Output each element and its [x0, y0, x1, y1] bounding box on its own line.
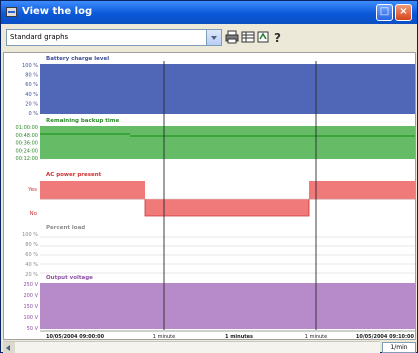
time-axis-interval-label: 1 minutes: [225, 334, 253, 340]
graph-panels: Battery charge level 100 % 80 % 60 % 40 % 20 …: [16, 56, 415, 332]
panel-battery: Battery charge level 100 % 80 % 60 % 40 % 20 …: [22, 56, 415, 117]
ac-present-yes-fill: [40, 181, 145, 199]
scroll-left-icon[interactable]: [3, 342, 15, 353]
chevron-down-icon[interactable]: [206, 30, 221, 45]
axis-label-load: 100 %: [22, 232, 38, 238]
log-graph: Battery charge level 100 % 80 % 60 % 40 % 20 …: [4, 56, 415, 340]
panel-title-output: Output voltage: [46, 275, 93, 281]
panel-output: Output voltage250 V200 V150 V100 V50 V: [23, 275, 415, 332]
axis-label-battery: 60 %: [25, 82, 38, 88]
help-icon: ?: [274, 31, 281, 44]
axis-label-battery: 100 %: [22, 63, 38, 69]
output-voltage-fill: [40, 283, 415, 329]
axis-label-output: 100 V: [23, 315, 38, 321]
ac-present-no-fill: [145, 199, 309, 216]
axis-label-battery: 20 %: [25, 101, 38, 107]
view-select-value: Standard graphs: [10, 33, 69, 41]
time-axis-left-label: 10/05/2004 09:00:00: [46, 334, 105, 340]
axis-label-battery: 0 %: [28, 111, 38, 117]
printer-icon: [225, 30, 239, 44]
refresh-button[interactable]: [256, 30, 270, 44]
zoom-level[interactable]: 1/min: [382, 342, 416, 353]
axis-label-load: 60 %: [25, 252, 38, 258]
maximize-button[interactable]: □: [376, 4, 393, 21]
panel-backup: Remaining backup time 01:00:00 00:48:00 00:…: [16, 118, 415, 162]
axis-label-load: 20 %: [25, 272, 38, 278]
horizontal-scrollbar[interactable]: [3, 341, 380, 353]
help-button[interactable]: ?: [271, 30, 285, 44]
toolbar: Standard graphs ?: [3, 26, 415, 50]
panel-load: Percent load 100 % 80 % 60 % 40 % 20 %: [22, 225, 415, 278]
axis-label-load: 40 %: [25, 262, 38, 268]
time-axis-interval-label: 1 minute: [153, 334, 175, 340]
axis-label-output: 150 V: [23, 304, 38, 310]
ac-axis-no: No: [30, 211, 38, 217]
time-axis: 10/05/2004 09:00:00 1 minute 1 minutes 1 mi…: [4, 330, 415, 340]
axis-label-battery: 80 %: [25, 73, 38, 79]
log-graph-area[interactable]: Battery charge level 100 % 80 % 60 % 40 % 20 …: [3, 52, 416, 340]
panel-title-load: Percent load: [46, 225, 85, 231]
panel-title-ac: AC power present: [46, 172, 102, 178]
close-button[interactable]: ×: [395, 4, 412, 21]
axis-label-backup: 00:12:00: [16, 156, 38, 162]
view-select[interactable]: Standard graphs: [6, 29, 222, 46]
backup-time-fill: [40, 126, 415, 159]
axis-label-backup: 01:00:00: [16, 125, 38, 131]
panel-title-backup: Remaining backup time: [46, 118, 119, 124]
svg-text:?: ?: [274, 31, 281, 44]
log-window-icon: [6, 7, 17, 17]
time-axis-interval-label: 1 minute: [305, 334, 327, 340]
title-bar[interactable]: View the log □ ×: [1, 1, 417, 24]
axis-label-load: 80 %: [25, 242, 38, 248]
refresh-icon: [257, 31, 269, 43]
axis-label-backup: 00:48:00: [16, 133, 38, 139]
window-title: View the log: [22, 6, 93, 17]
axis-label-output: 200 V: [23, 293, 38, 299]
axis-label-backup: 00:24:00: [16, 148, 38, 154]
ac-axis-yes: Yes: [27, 187, 37, 193]
view-log-window: View the log □ × Standard graphs ? Batte…: [0, 0, 418, 353]
panel-title-battery: Battery charge level: [46, 56, 109, 62]
panel-ac: AC power present Yes No: [27, 172, 415, 217]
axis-label-battery: 40 %: [25, 92, 38, 98]
axis-label-output: 250 V: [23, 282, 38, 288]
time-axis-right-label: 10/05/2004 09:10:00: [356, 334, 415, 340]
table-icon: [241, 31, 255, 43]
battery-level-fill: [40, 64, 415, 114]
axis-label-backup: 00:36:00: [16, 141, 38, 147]
ac-present-yes-fill: [309, 181, 415, 199]
print-button[interactable]: [225, 30, 239, 44]
export-button[interactable]: [241, 30, 255, 44]
